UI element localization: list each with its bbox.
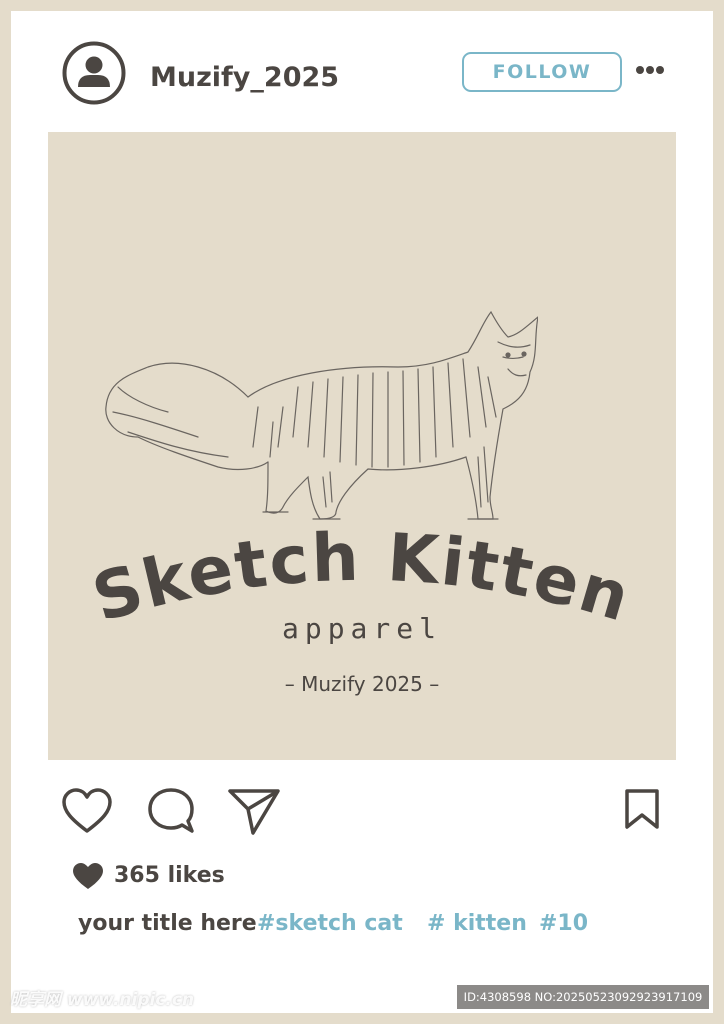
site-watermark: 昵享网 www.nipic.cn [10,990,195,1010]
comment-bubble-icon[interactable] [146,786,196,836]
brand-subtitle: apparel [281,612,442,645]
user-avatar-icon[interactable] [62,41,126,105]
hashtag-10[interactable]: #10 [539,911,588,936]
hashtag-kitten[interactable]: # kitten [427,911,527,936]
post-image[interactable]: Sketch Kitten apparel – Muzify 2025 – [48,132,676,760]
likes-count[interactable]: 365 likes [114,863,225,888]
username[interactable]: Muzify_2025 [150,62,339,94]
cat-sketch-illustration [105,310,538,520]
paper-plane-icon[interactable] [227,787,281,837]
heart-outline-icon[interactable] [61,787,113,835]
brand-credit: – Muzify 2025 – [284,672,440,696]
post-card: Muzify_2025 FOLLOW Sketch Kitten apparel… [11,11,713,1013]
image-id-label: ID:4308598 NO:20250523092923917109 [457,985,709,1009]
more-dots-icon[interactable] [635,63,665,77]
follow-button[interactable]: FOLLOW [462,52,622,92]
hashtag-sketch-cat[interactable]: #sketch cat [257,911,403,936]
likes-heart-icon [73,863,103,889]
bookmark-icon[interactable] [624,788,660,830]
caption-title: your title here [78,911,257,936]
